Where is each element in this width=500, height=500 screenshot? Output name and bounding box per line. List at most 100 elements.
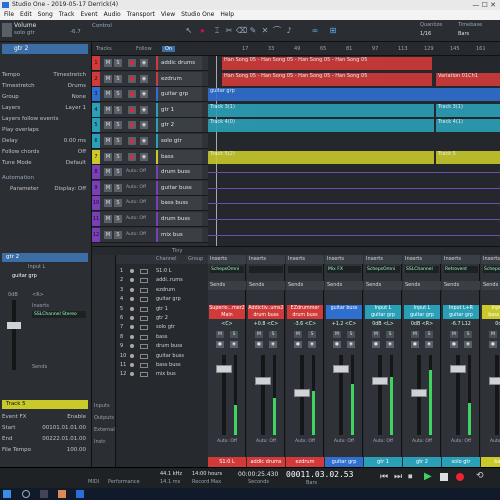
fast-forward-icon[interactable]: ⏭ [394,472,402,482]
track-row[interactable]: 7 M S ◉ bass [92,149,208,165]
stop-button-icon[interactable] [440,473,448,481]
play-icon[interactable]: ▶ [424,471,432,482]
channel-list-row[interactable]: 10 guitar buss [116,352,209,361]
mute-button[interactable]: M [489,331,497,338]
gain-pan-value[interactable]: 0dB <R> [404,322,440,327]
track-row[interactable]: 3 M S ◉ guitar grp [92,87,208,103]
event-track-name[interactable]: Track 5 [2,400,88,409]
inspector-fader-track[interactable] [12,300,16,370]
record-arm-button[interactable]: ● [333,341,341,348]
monitor-button[interactable]: ◉ [140,90,148,99]
track-row[interactable]: 6 M S ◉ solo gtr [92,134,208,149]
monitor-button[interactable]: ◉ [140,74,148,83]
record-arm-button[interactable] [128,152,136,161]
channel-name-label[interactable]: addic drums [247,457,285,467]
volume-fader-track[interactable] [495,355,499,435]
channel-list-row[interactable]: 11 bass buss [116,361,209,370]
gain-pan-value[interactable]: <C> [209,322,245,327]
solo-button[interactable]: S [114,137,122,145]
io-routing[interactable]: Superio...mer2 Main [209,305,245,319]
track-row[interactable]: 9 M S Auto: Off guitar buss [92,180,208,196]
start-icon[interactable] [3,490,11,498]
solo-button[interactable]: S [114,59,122,67]
timebase-value[interactable]: Bars [458,31,469,37]
automation-line[interactable] [208,187,500,189]
channel-input[interactable]: Input L [28,264,45,270]
track-name[interactable]: bass [156,149,202,164]
quantize-value[interactable]: 1/16 [420,31,431,37]
mute-tool-icon[interactable]: ✕ [260,25,270,37]
solo-button[interactable]: S [114,90,122,99]
eraser-tool-icon[interactable]: ⌫ [236,25,247,37]
record-arm-button[interactable]: ● [216,341,224,348]
visibility-icon[interactable] [130,334,134,339]
track-row[interactable]: 11 M S Auto: Off drum buss [92,212,208,227]
automation-mode[interactable]: Auto: Off [483,439,500,444]
channel-list-row[interactable]: 5 gtr 1 [116,305,209,314]
arrow-mode-icon[interactable]: ▸ [198,25,208,37]
track-auto-mode[interactable]: Auto: Off [126,216,146,221]
monitor-button[interactable]: ◉ [425,341,433,348]
visibility-icon[interactable] [130,344,134,349]
track-name[interactable]: guitar grp [156,87,202,102]
solo-button[interactable]: S [114,230,122,239]
record-arm-button[interactable] [128,121,136,130]
inspector-row-timestretch[interactable]: Timestretch Drums [2,81,88,91]
volume-fader-cap[interactable] [216,365,232,373]
search-icon[interactable] [22,490,30,498]
record-arm-button[interactable]: ● [411,341,419,348]
monitor-button[interactable]: ◉ [464,341,472,348]
sends-header[interactable]: Sends [364,281,402,290]
channel-list-row[interactable]: 8 bass [116,333,209,342]
track-row[interactable]: 1 M S ◉ addic drums [92,56,208,71]
link-icon[interactable]: ∞ [310,25,320,37]
follow-label[interactable]: Follow [136,46,152,52]
record-arm-button[interactable] [128,137,136,145]
solo-button[interactable]: S [425,331,433,338]
mute-button[interactable]: M [104,105,112,114]
insert-slot[interactable] [288,266,322,273]
automation-line[interactable] [208,203,500,205]
mute-button[interactable]: M [216,331,224,338]
explorer-icon[interactable] [58,490,66,498]
mute-button[interactable]: M [255,331,263,338]
solo-button[interactable]: S [114,183,122,192]
track-row[interactable]: 10 M S Auto: Off bass buss [92,196,208,212]
task-view-icon[interactable] [40,490,48,498]
mute-button[interactable]: M [450,331,458,338]
visibility-icon[interactable] [130,306,134,311]
insert-slot[interactable] [249,266,283,273]
track-auto-mode[interactable]: Auto: Off [126,185,146,190]
visibility-icon[interactable] [130,297,134,302]
track-auto-mode[interactable]: Auto: Off [126,169,146,174]
zoom-size-label[interactable]: Tiny [172,248,182,254]
solo-button[interactable]: S [269,331,277,338]
automation-parameter[interactable]: Parameter Display: Off [2,184,88,194]
channel-list-row[interactable]: 3 ezdrum [116,286,209,295]
monitor-button[interactable]: ◉ [140,59,148,67]
channel-list-row[interactable]: 4 guitar grp [116,295,209,304]
inspector-row-tempo[interactable]: Tempo Timestretch [2,70,88,80]
mute-button[interactable]: M [104,215,112,223]
mixer-nav-instruments[interactable]: Instr. [94,439,106,445]
sends-header[interactable]: Sends [247,281,285,290]
visibility-icon[interactable] [130,363,134,367]
sends-header[interactable]: Sends [325,281,363,290]
volume-fader-cap[interactable] [450,365,466,373]
channel-name-label[interactable]: guitar grp [325,457,363,467]
loop-icon[interactable]: ⟲ [476,471,484,481]
channel-name-label[interactable]: bass [481,457,500,467]
arrange-event[interactable]: Track 5(2) [208,150,434,164]
event-end-row[interactable]: End 00222.01.01.00 [2,434,88,444]
volume-value[interactable]: -6.7 [70,29,81,35]
channel-bus[interactable]: guitar grp [12,273,37,279]
io-routing[interactable]: EZdrummer drum buss [287,305,323,319]
insert-slot[interactable]: SchepsOmni [210,266,244,273]
channel-list-row[interactable]: 7 solo gtr [116,323,209,332]
track-name[interactable]: drum buss [156,165,202,180]
event-file-tempo-row[interactable]: File Tempo 100.00 [2,445,88,455]
solo-button[interactable]: S [114,215,122,223]
mute-button[interactable]: M [104,137,112,145]
arrange-event[interactable]: Track 4(1) [436,119,500,133]
insert-slot[interactable]: SSLChannel [405,266,439,273]
